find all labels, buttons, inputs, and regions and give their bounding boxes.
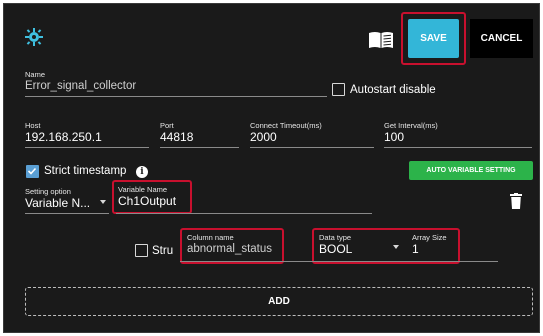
- connect-timeout-label: Connect Timeout(ms): [250, 121, 322, 130]
- struct-label: Stru: [152, 245, 174, 257]
- host-label: Host: [25, 121, 41, 130]
- info-icon[interactable]: i: [136, 166, 148, 178]
- column-name-input[interactable]: abnormal_status: [187, 242, 272, 256]
- column-row-underline: [180, 261, 498, 262]
- autostart-label: Autostart disable: [350, 84, 436, 96]
- struct-checkbox[interactable]: [135, 244, 148, 257]
- trash-icon[interactable]: [510, 193, 522, 209]
- name-label: Name: [25, 70, 46, 79]
- connect-timeout-underline: [250, 147, 374, 148]
- cancel-button[interactable]: CANCEL: [470, 19, 533, 58]
- host-underline: [25, 147, 149, 148]
- array-size-label: Array Size: [412, 233, 447, 242]
- data-type-label: Data type: [319, 233, 352, 242]
- book-icon[interactable]: [368, 31, 394, 49]
- variable-name-input[interactable]: Ch1Output: [118, 194, 176, 208]
- port-underline: [160, 147, 239, 148]
- chevron-down-icon[interactable]: [393, 245, 399, 249]
- name-underline: [25, 96, 327, 97]
- name-input[interactable]: Error_signal_collector: [25, 79, 136, 93]
- setting-option-select[interactable]: Variable N...: [25, 196, 90, 210]
- chevron-down-icon[interactable]: [100, 200, 106, 204]
- variable-name-underline: [116, 213, 372, 214]
- port-label: Port: [160, 121, 174, 130]
- autostart-checkbox[interactable]: [332, 83, 345, 96]
- auto-variable-setting-button[interactable]: AUTO VARIABLE SETTING: [409, 161, 533, 180]
- variable-name-label: Variable Name: [118, 185, 168, 194]
- strict-timestamp-label: Strict timestamp: [44, 165, 127, 177]
- port-input[interactable]: 44818: [160, 130, 193, 144]
- column-name-label: Column name: [187, 233, 234, 242]
- save-button[interactable]: SAVE: [408, 19, 459, 58]
- setting-option-label: Setting option: [25, 187, 71, 196]
- add-button[interactable]: ADD: [25, 287, 533, 316]
- host-input[interactable]: 192.168.250.1: [25, 130, 102, 144]
- settings-panel: SAVE CANCEL Name Error_signal_collector …: [3, 3, 540, 333]
- get-interval-label: Get Interval(ms): [384, 121, 438, 130]
- array-size-input[interactable]: 1: [412, 242, 419, 256]
- setting-option-underline: [25, 213, 109, 214]
- connect-timeout-input[interactable]: 2000: [250, 130, 277, 144]
- data-type-select[interactable]: BOOL: [319, 242, 352, 256]
- strict-timestamp-checkbox[interactable]: [26, 165, 39, 178]
- get-interval-underline: [384, 147, 532, 148]
- bug-gear-icon: [25, 28, 43, 46]
- get-interval-input[interactable]: 100: [384, 130, 404, 144]
